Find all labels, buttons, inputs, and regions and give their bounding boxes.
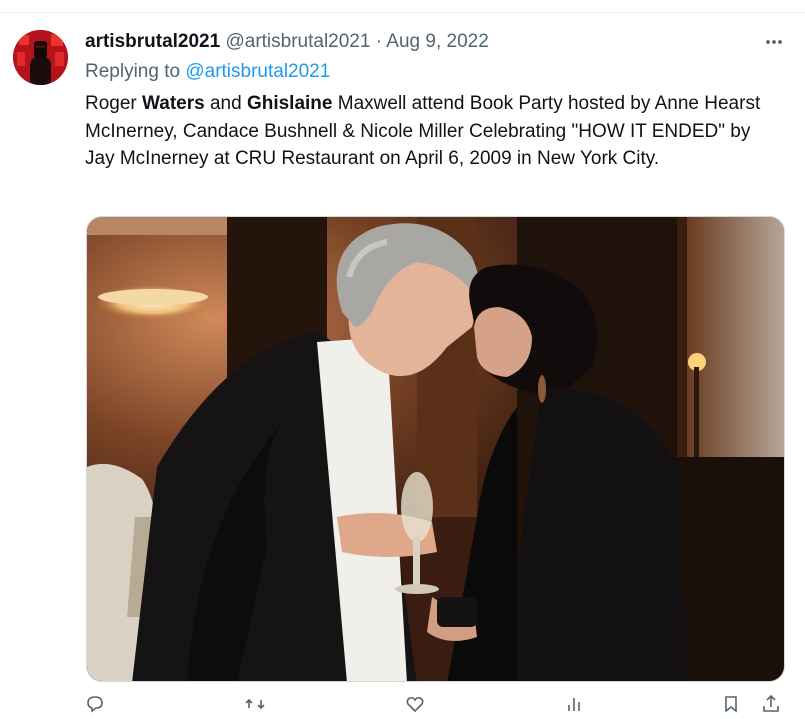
views-button[interactable] <box>565 694 585 714</box>
replying-to-label: Replying to <box>85 61 181 82</box>
bookmark-button[interactable] <box>721 694 741 714</box>
tweet-text: Roger Waters and Ghislaine Maxwell atten… <box>85 90 785 173</box>
like-button[interactable] <box>405 694 425 714</box>
separator-dot: · <box>375 31 383 52</box>
views-icon <box>568 698 580 711</box>
retweet-icon <box>245 698 265 710</box>
avatar[interactable] <box>13 30 68 85</box>
tweet-header: artisbrutal2021 @artisbrutal2021 · Aug 9… <box>85 31 489 53</box>
text-part-bold: Waters <box>142 93 205 114</box>
reply-icon <box>87 696 103 713</box>
share-icon <box>763 694 779 712</box>
display-name[interactable]: artisbrutal2021 <box>85 31 220 52</box>
like-icon <box>406 696 424 713</box>
tweet-date[interactable]: Aug 9, 2022 <box>386 31 488 52</box>
user-handle[interactable]: @artisbrutal2021 <box>225 31 370 52</box>
more-options-button[interactable] <box>760 28 788 56</box>
reply-button[interactable] <box>85 694 105 714</box>
tweet-photo[interactable] <box>86 216 785 682</box>
text-part: and <box>204 93 247 114</box>
more-horizontal-icon <box>766 40 782 44</box>
text-part-bold: Ghislaine <box>246 93 333 114</box>
share-button[interactable] <box>761 694 781 714</box>
text-part: Roger <box>85 93 143 114</box>
top-divider <box>0 12 805 13</box>
retweet-button[interactable] <box>245 694 265 714</box>
replying-to-handle[interactable]: @artisbrutal2021 <box>185 61 330 82</box>
replying-to: Replying to @artisbrutal2021 <box>85 61 330 83</box>
action-bar <box>85 694 785 714</box>
bookmark-icon <box>725 696 737 713</box>
